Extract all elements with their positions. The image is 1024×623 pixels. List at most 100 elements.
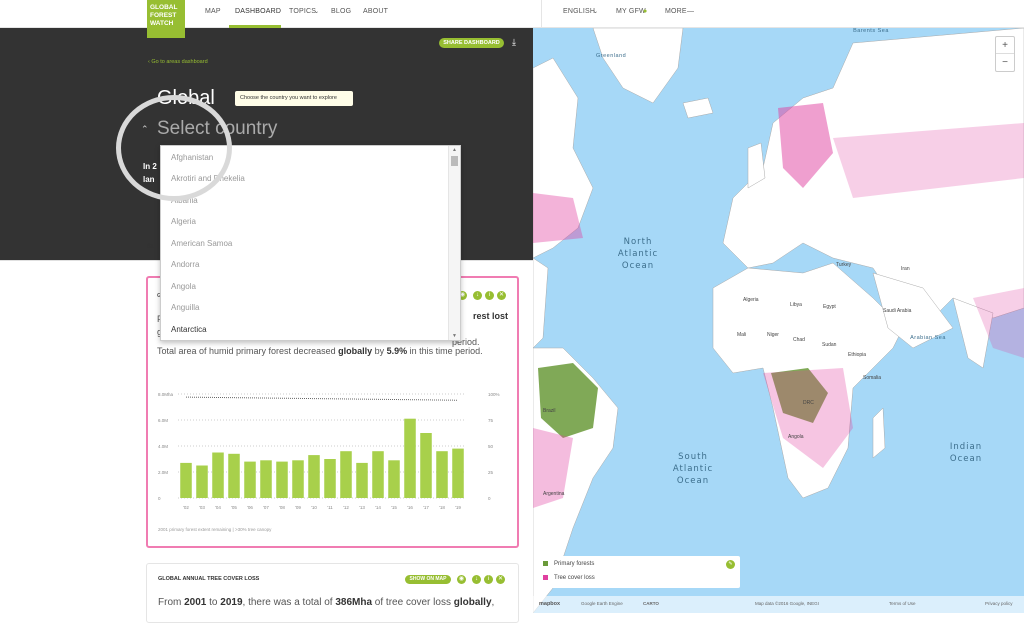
scroll-up-icon[interactable]: ▲ xyxy=(451,147,458,153)
nav-map[interactable]: MAP xyxy=(205,8,221,15)
tree-cover-loss-widget: GLOBAL ANNUAL TREE COVER LOSS SHOW ON MA… xyxy=(146,563,519,623)
t-e: , there was a total of xyxy=(242,597,336,608)
y2-tick-label: 25 xyxy=(488,470,494,475)
map-label-drc: DRC xyxy=(803,400,814,406)
gfw-logo[interactable]: GLOBAL FOREST WATCH xyxy=(147,0,185,38)
share-icon[interactable]: ✕ xyxy=(497,291,506,300)
x-tick-label: '04 xyxy=(215,505,221,510)
download-icon[interactable]: ↓ xyxy=(473,291,482,300)
zoom-in-button[interactable]: + xyxy=(996,37,1014,54)
scroll-down-icon[interactable]: ▼ xyxy=(451,333,458,339)
dropdown-scrollbar[interactable] xyxy=(448,146,460,340)
legend-label: Primary forests xyxy=(554,561,595,568)
world-map[interactable] xyxy=(533,28,1024,613)
chart-bar[interactable] xyxy=(228,453,240,498)
legend-tree-cover-loss: Tree cover loss xyxy=(543,575,595,581)
t-i: , xyxy=(491,597,495,608)
user-icon: ● xyxy=(643,8,648,15)
map-label-arabian: Arabian Sea xyxy=(910,335,946,341)
zoom-out-button[interactable]: − xyxy=(996,54,1014,71)
country-option[interactable]: American Samoa xyxy=(171,239,232,248)
chart-bar[interactable] xyxy=(260,460,272,498)
chart-bar[interactable] xyxy=(420,433,432,498)
chart-bar[interactable] xyxy=(388,460,400,498)
country-option[interactable]: Afghanistan xyxy=(171,153,213,162)
chart-bar[interactable] xyxy=(212,452,224,499)
legend-primary-forests: Primary forests xyxy=(543,561,594,567)
chart-bar[interactable] xyxy=(196,465,208,499)
map-label-iran: Iran xyxy=(901,266,910,272)
country-option[interactable]: Anguilla xyxy=(171,303,199,312)
header-description: In 2 lan xyxy=(143,160,157,186)
nav-blog[interactable]: BLOG xyxy=(331,8,351,15)
back-to-areas-link[interactable]: ‹ Go to areas dashboard xyxy=(148,59,208,65)
chart-bar[interactable] xyxy=(244,461,256,498)
widget-sentence: From 2001 to 2019, there was a total of … xyxy=(158,597,494,608)
desc-fragment-2: lan xyxy=(143,175,155,184)
chart-legend: 2001 primary forest extent remaining | >… xyxy=(158,527,272,532)
country-option[interactable]: Algeria xyxy=(171,217,196,226)
map-label-chad: Chad xyxy=(793,337,805,343)
map-label-saudi: Saudi Arabia xyxy=(883,308,912,314)
country-option[interactable]: Albania xyxy=(171,196,198,205)
desc-fragment-1: In 2 xyxy=(143,162,157,171)
country-dropdown[interactable]: Afghanistan Akrotiri and Dhekelia Albani… xyxy=(160,145,461,341)
country-option[interactable]: Angola xyxy=(171,282,196,291)
chart-bar[interactable] xyxy=(308,455,320,498)
chart-bar[interactable] xyxy=(452,448,464,498)
y-tick-label: 0 xyxy=(158,496,161,501)
country-option[interactable]: Andorra xyxy=(171,260,199,269)
map-canvas[interactable]: Greenland Barents Sea North Atlantic Oce… xyxy=(533,28,1024,613)
terms-link[interactable]: Terms of Use xyxy=(889,601,916,606)
carto-logo[interactable]: CARTO xyxy=(643,601,659,606)
chart-bar[interactable] xyxy=(356,462,368,498)
x-tick-label: '16 xyxy=(407,505,413,510)
chart-bar[interactable] xyxy=(292,460,304,498)
share-dashboard-button[interactable]: SHARE DASHBOARD xyxy=(439,38,504,48)
legend-toggle-icon[interactable]: ✎ xyxy=(726,560,735,569)
show-on-map-button[interactable]: SHOW ON MAP xyxy=(405,575,451,584)
x-tick-label: '13 xyxy=(359,505,365,510)
download-icon[interactable]: ⤓ xyxy=(512,37,522,47)
nav-about[interactable]: ABOUT xyxy=(363,8,388,15)
chart-bar[interactable] xyxy=(180,462,192,498)
nav-my-gfw[interactable]: MY GFW xyxy=(616,8,646,15)
country-select[interactable]: Select country xyxy=(157,118,277,140)
privacy-link[interactable]: Privacy policy xyxy=(985,601,1013,606)
country-option[interactable]: Antarctica xyxy=(171,325,207,334)
google-earth-engine-logo[interactable]: Google Earth Engine xyxy=(581,601,623,606)
country-option[interactable]: Akrotiri and Dhekelia xyxy=(171,174,245,183)
info-icon[interactable]: i xyxy=(485,291,494,300)
nav-dashboard[interactable]: DASHBOARD xyxy=(235,8,281,15)
x-tick-label: '02 xyxy=(183,505,189,510)
map-label-algeria: Algeria xyxy=(743,297,759,303)
share-icon[interactable]: ✕ xyxy=(496,575,505,584)
chart-bar[interactable] xyxy=(372,451,384,498)
map-data-credit: Map data ©2016 Google, INEGI xyxy=(755,601,819,606)
nav-language[interactable]: ENGLISH xyxy=(563,8,595,15)
tab-summary[interactable]: SU xyxy=(147,244,155,250)
x-tick-label: '08 xyxy=(279,505,285,510)
map-label-barents: Barents Sea xyxy=(853,28,889,34)
t-h: globally xyxy=(453,597,492,608)
chart-bar[interactable] xyxy=(324,459,336,498)
chart-bar[interactable] xyxy=(404,418,416,498)
nav-more[interactable]: MORE xyxy=(665,8,687,15)
info-icon[interactable]: i xyxy=(484,575,493,584)
download-icon[interactable]: ↓ xyxy=(472,575,481,584)
s-d: 5.9% xyxy=(386,346,408,356)
map-label-greenland: Greenland xyxy=(596,53,627,59)
chart-bar[interactable] xyxy=(276,461,288,498)
scroll-thumb[interactable] xyxy=(451,156,458,166)
layers-icon[interactable]: ◉ xyxy=(457,575,466,584)
map-label-turkey: Turkey xyxy=(836,262,852,268)
chevron-up-icon[interactable]: ⌃ xyxy=(141,124,149,135)
legend-swatch xyxy=(543,575,548,580)
t-c: to xyxy=(206,597,221,608)
map-label-sudan: Sudan xyxy=(822,342,837,348)
legend-label: Tree cover loss xyxy=(554,575,595,582)
nav-topics[interactable]: TOPICS xyxy=(289,8,316,15)
chart-bar[interactable] xyxy=(436,451,448,498)
chart-bar[interactable] xyxy=(340,451,352,498)
mapbox-logo[interactable]: mapbox xyxy=(539,601,560,607)
